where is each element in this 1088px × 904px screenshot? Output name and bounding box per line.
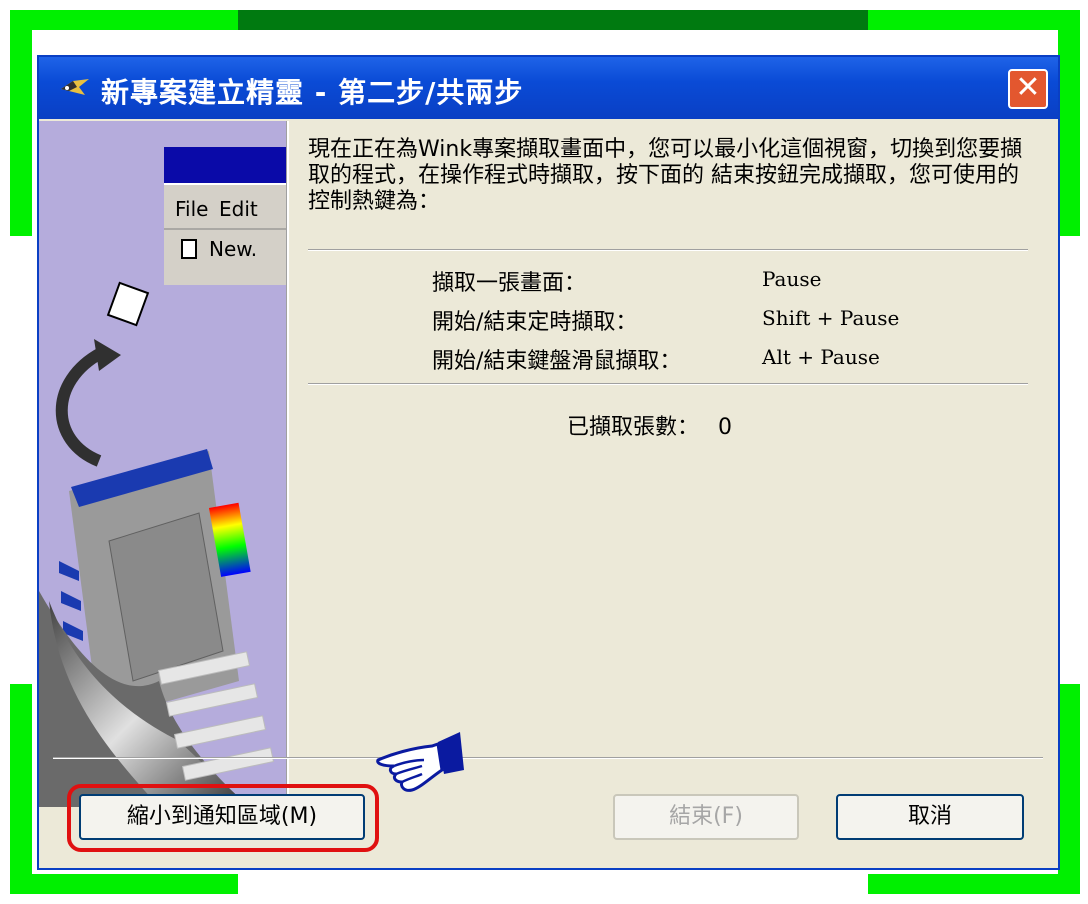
hotkey-key: Shift + Pause: [762, 306, 900, 330]
frame-top-left-bar: [10, 10, 238, 30]
window-title: 新專案建立精靈 - 第二步/共兩步: [101, 76, 524, 109]
hotkey-key: Alt + Pause: [762, 345, 880, 369]
hotkey-label: 開始/結束定時擷取：: [432, 310, 638, 335]
preview-new-file-icon: [181, 239, 197, 259]
app-icon: [61, 79, 89, 95]
hotkey-label: 擷取一張畫面：: [432, 271, 587, 296]
finish-button: 結束(F): [613, 794, 799, 840]
separator-top: [308, 249, 1028, 251]
hotkey-key: Pause: [762, 267, 822, 291]
wizard-window: 新專案建立精靈 - 第二步/共兩步 ✕ File Edit New. 現在正在為…: [37, 55, 1060, 870]
frame-left-upper: [10, 10, 32, 236]
frame-top-dark-bar: [238, 10, 868, 30]
frame-right-upper: [1058, 10, 1080, 236]
capture-count: 已擷取張數： 0: [567, 409, 732, 441]
capture-count-label: 已擷取張數：: [567, 415, 700, 440]
title-bar[interactable]: 新專案建立精靈 - 第二步/共兩步 ✕: [39, 57, 1058, 119]
panel-divider: [286, 121, 289, 807]
separator-bottom: [53, 757, 1043, 759]
hotkey-label: 開始/結束鍵盤滑鼠擷取：: [432, 349, 682, 374]
instructions-text: 現在正在為Wink專案擷取畫面中，您可以最小化這個視窗，切換到您要擷取的程式，在…: [308, 137, 1023, 214]
frame-top-right-bar: [868, 10, 1080, 30]
cancel-button[interactable]: 取消: [836, 794, 1024, 840]
frame-bottom-right-bar: [868, 874, 1080, 894]
preview-menu-new: New.: [209, 237, 258, 261]
capture-illustration: [39, 147, 286, 807]
pointing-hand-icon: [376, 732, 464, 792]
preview-menu-edit: Edit: [219, 197, 258, 221]
preview-menu-file: File: [175, 197, 209, 221]
frame-bottom-left-bar: [10, 874, 238, 894]
wizard-illustration: File Edit New.: [39, 121, 286, 807]
frame-left-lower: [10, 684, 32, 894]
capture-count-value: 0: [718, 415, 733, 440]
separator-middle: [308, 383, 1028, 385]
frame-right-lower: [1058, 684, 1080, 894]
highlight-rectangle: [67, 784, 379, 852]
close-button[interactable]: ✕: [1008, 69, 1048, 109]
